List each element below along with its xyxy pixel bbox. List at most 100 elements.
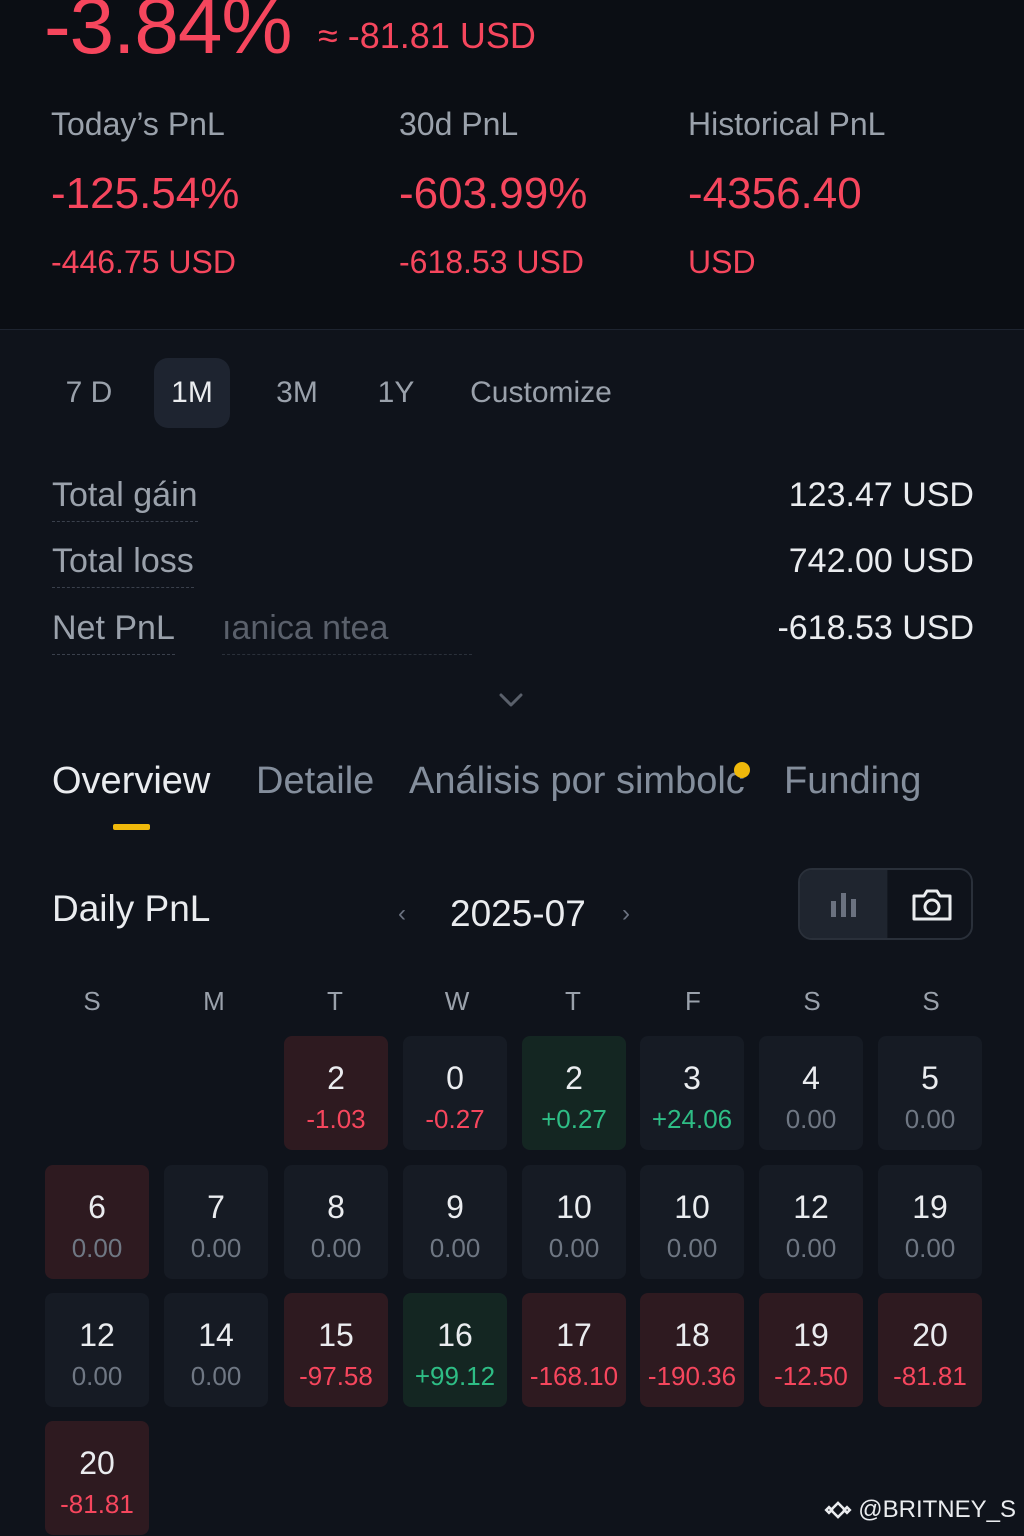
total-gain-row: Total gáin 123.47 USD xyxy=(52,476,974,526)
weekday-label: M xyxy=(203,986,225,1016)
calendar-day-cell[interactable]: 6 0.00 xyxy=(45,1165,149,1279)
weekday-label: T xyxy=(565,986,581,1016)
stat-percent: -4356.40 xyxy=(688,169,862,218)
calendar-day-pnl: -190.36 xyxy=(647,1361,737,1391)
calendar-day-pnl: +24.06 xyxy=(651,1104,733,1134)
calendar-day-number: 19 xyxy=(912,1189,948,1225)
range-3m[interactable]: 3M xyxy=(262,358,332,428)
watermark: @BRITNEY_S xyxy=(824,1496,1016,1524)
calendar-day-number: 2 xyxy=(565,1060,583,1096)
weekday-label: S xyxy=(803,986,821,1016)
calendar-day-cell[interactable]: 10 0.00 xyxy=(640,1165,744,1279)
calendar-day-pnl: 0.00 xyxy=(904,1233,956,1263)
weekday-label: F xyxy=(685,986,701,1016)
chart-view-button[interactable] xyxy=(800,870,887,938)
calendar-day-number: 0 xyxy=(446,1060,464,1096)
active-tab-indicator xyxy=(113,824,150,830)
calendar-day-cell[interactable]: 5 0.00 xyxy=(878,1036,982,1150)
tab-detaile[interactable]: Detaile xyxy=(256,760,374,803)
calendar-day-cell[interactable]: 10 0.00 xyxy=(522,1165,626,1279)
calendar-day-number: 19 xyxy=(793,1317,829,1353)
range-customize[interactable]: Customize xyxy=(462,358,620,428)
total-loss-value: 742.00 USD xyxy=(788,542,974,580)
calendar-day-cell[interactable]: 3 +24.06 xyxy=(640,1036,744,1150)
camera-icon xyxy=(912,889,951,921)
calendar-day-pnl: 0.00 xyxy=(71,1233,123,1263)
calendar-day-cell[interactable]: 20 -81.81 xyxy=(45,1421,149,1535)
calendar-day-number: 8 xyxy=(327,1189,345,1225)
net-pnl-value: -618.53 USD xyxy=(777,609,974,647)
stat-usd: USD xyxy=(688,244,756,280)
range-1y[interactable]: 1Y xyxy=(366,358,426,428)
total-loss-row: Total loss 742.00 USD xyxy=(52,542,974,592)
calendar-day-number: 12 xyxy=(793,1189,829,1225)
calendar-day-number: 5 xyxy=(921,1060,939,1096)
calendar-day-cell[interactable]: 7 0.00 xyxy=(164,1165,268,1279)
calendar-day-pnl: 0.00 xyxy=(548,1233,600,1263)
calendar-day-cell[interactable]: 18 -190.36 xyxy=(640,1293,744,1407)
calendar-day-pnl: 0.00 xyxy=(190,1233,242,1263)
calendar-day-pnl: 0.00 xyxy=(190,1361,242,1391)
calendar-day-pnl: +99.12 xyxy=(414,1361,496,1391)
calendar-day-pnl: 0.00 xyxy=(71,1361,123,1391)
30d-pnl-stat: 30d PnL -603.99% -618.53 USD xyxy=(399,108,587,278)
calendar-day-pnl: -97.58 xyxy=(299,1361,373,1391)
calendar-day-number: 17 xyxy=(556,1317,592,1353)
calendar-day-pnl: -81.81 xyxy=(60,1489,134,1519)
weekday-label: S xyxy=(83,986,101,1016)
calendar-day-cell[interactable]: 2 -1.03 xyxy=(284,1036,388,1150)
calendar-day-cell[interactable]: 9 0.00 xyxy=(403,1165,507,1279)
stat-percent: -125.54% xyxy=(51,169,240,218)
prev-month-icon[interactable]: ‹ xyxy=(398,900,406,928)
calendar-day-number: 10 xyxy=(556,1189,592,1225)
calendar-day-number: 20 xyxy=(912,1317,948,1353)
calendar-day-cell[interactable]: 19 -12.50 xyxy=(759,1293,863,1407)
stat-usd: -446.75 USD xyxy=(51,244,236,280)
calendar-day-cell[interactable]: 16 +99.12 xyxy=(403,1293,507,1407)
calendar-day-cell[interactable]: 20 -81.81 xyxy=(878,1293,982,1407)
net-pnl-ghost-text: ıanica ntea xyxy=(222,609,472,655)
weekday-label: T xyxy=(327,986,343,1016)
net-pnl-row: Net PnL ıanica ntea -618.53 USD xyxy=(52,609,974,659)
calendar-day-cell[interactable]: 8 0.00 xyxy=(284,1165,388,1279)
calendar-day-pnl: -168.10 xyxy=(529,1361,619,1391)
range-1m[interactable]: 1M xyxy=(154,358,230,428)
chevron-down-icon[interactable] xyxy=(497,686,525,714)
calendar-day-number: 10 xyxy=(674,1189,710,1225)
next-month-icon[interactable]: › xyxy=(622,900,630,928)
calendar-day-number: 15 xyxy=(318,1317,354,1353)
screenshot-button[interactable] xyxy=(888,870,971,938)
stat-percent: -603.99% xyxy=(399,169,588,218)
calendar-day-pnl: -81.81 xyxy=(893,1361,967,1391)
tab-funding[interactable]: Funding xyxy=(784,760,921,803)
calendar-day-pnl: +0.27 xyxy=(541,1104,607,1134)
calendar-day-number: 2 xyxy=(327,1060,345,1096)
calendar-day-cell[interactable]: 19 0.00 xyxy=(878,1165,982,1279)
calendar-day-cell[interactable]: 17 -168.10 xyxy=(522,1293,626,1407)
calendar-day-number: 6 xyxy=(88,1189,106,1225)
section-divider xyxy=(0,329,1024,330)
calendar-day-cell[interactable]: 0 -0.27 xyxy=(403,1036,507,1150)
calendar-day-pnl: -0.27 xyxy=(425,1104,485,1134)
calendar-day-cell[interactable]: 2 +0.27 xyxy=(522,1036,626,1150)
tab-overview[interactable]: Overview xyxy=(52,760,210,803)
calendar-day-cell[interactable]: 15 -97.58 xyxy=(284,1293,388,1407)
calendar-day-number: 4 xyxy=(802,1060,820,1096)
overall-pnl-usd: ≈ -81.81 USD xyxy=(318,15,536,56)
calendar-day-cell[interactable]: 12 0.00 xyxy=(759,1165,863,1279)
pnl-header: -3.84% ≈ -81.81 USD Today’s PnL -125.54%… xyxy=(0,0,1024,330)
weekday-label: W xyxy=(444,986,470,1016)
calendar-day-cell[interactable]: 4 0.00 xyxy=(759,1036,863,1150)
overall-pnl-percent: -3.84% xyxy=(44,0,292,70)
calendar-day-pnl: 0.00 xyxy=(904,1104,956,1134)
range-7d[interactable]: 7 D xyxy=(52,358,126,428)
calendar-day-pnl: 0.00 xyxy=(785,1233,837,1263)
calendar-day-pnl: 0.00 xyxy=(310,1233,362,1263)
calendar-day-number: 16 xyxy=(437,1317,473,1353)
calendar-day-pnl: 0.00 xyxy=(666,1233,718,1263)
net-pnl-label: Net PnL xyxy=(52,609,175,655)
tab-analisis-por-simbolo[interactable]: Análisis por simbolc xyxy=(409,760,745,803)
calendar-day-cell[interactable]: 14 0.00 xyxy=(164,1293,268,1407)
calendar-day-cell[interactable]: 12 0.00 xyxy=(45,1293,149,1407)
view-toggle xyxy=(798,868,973,940)
